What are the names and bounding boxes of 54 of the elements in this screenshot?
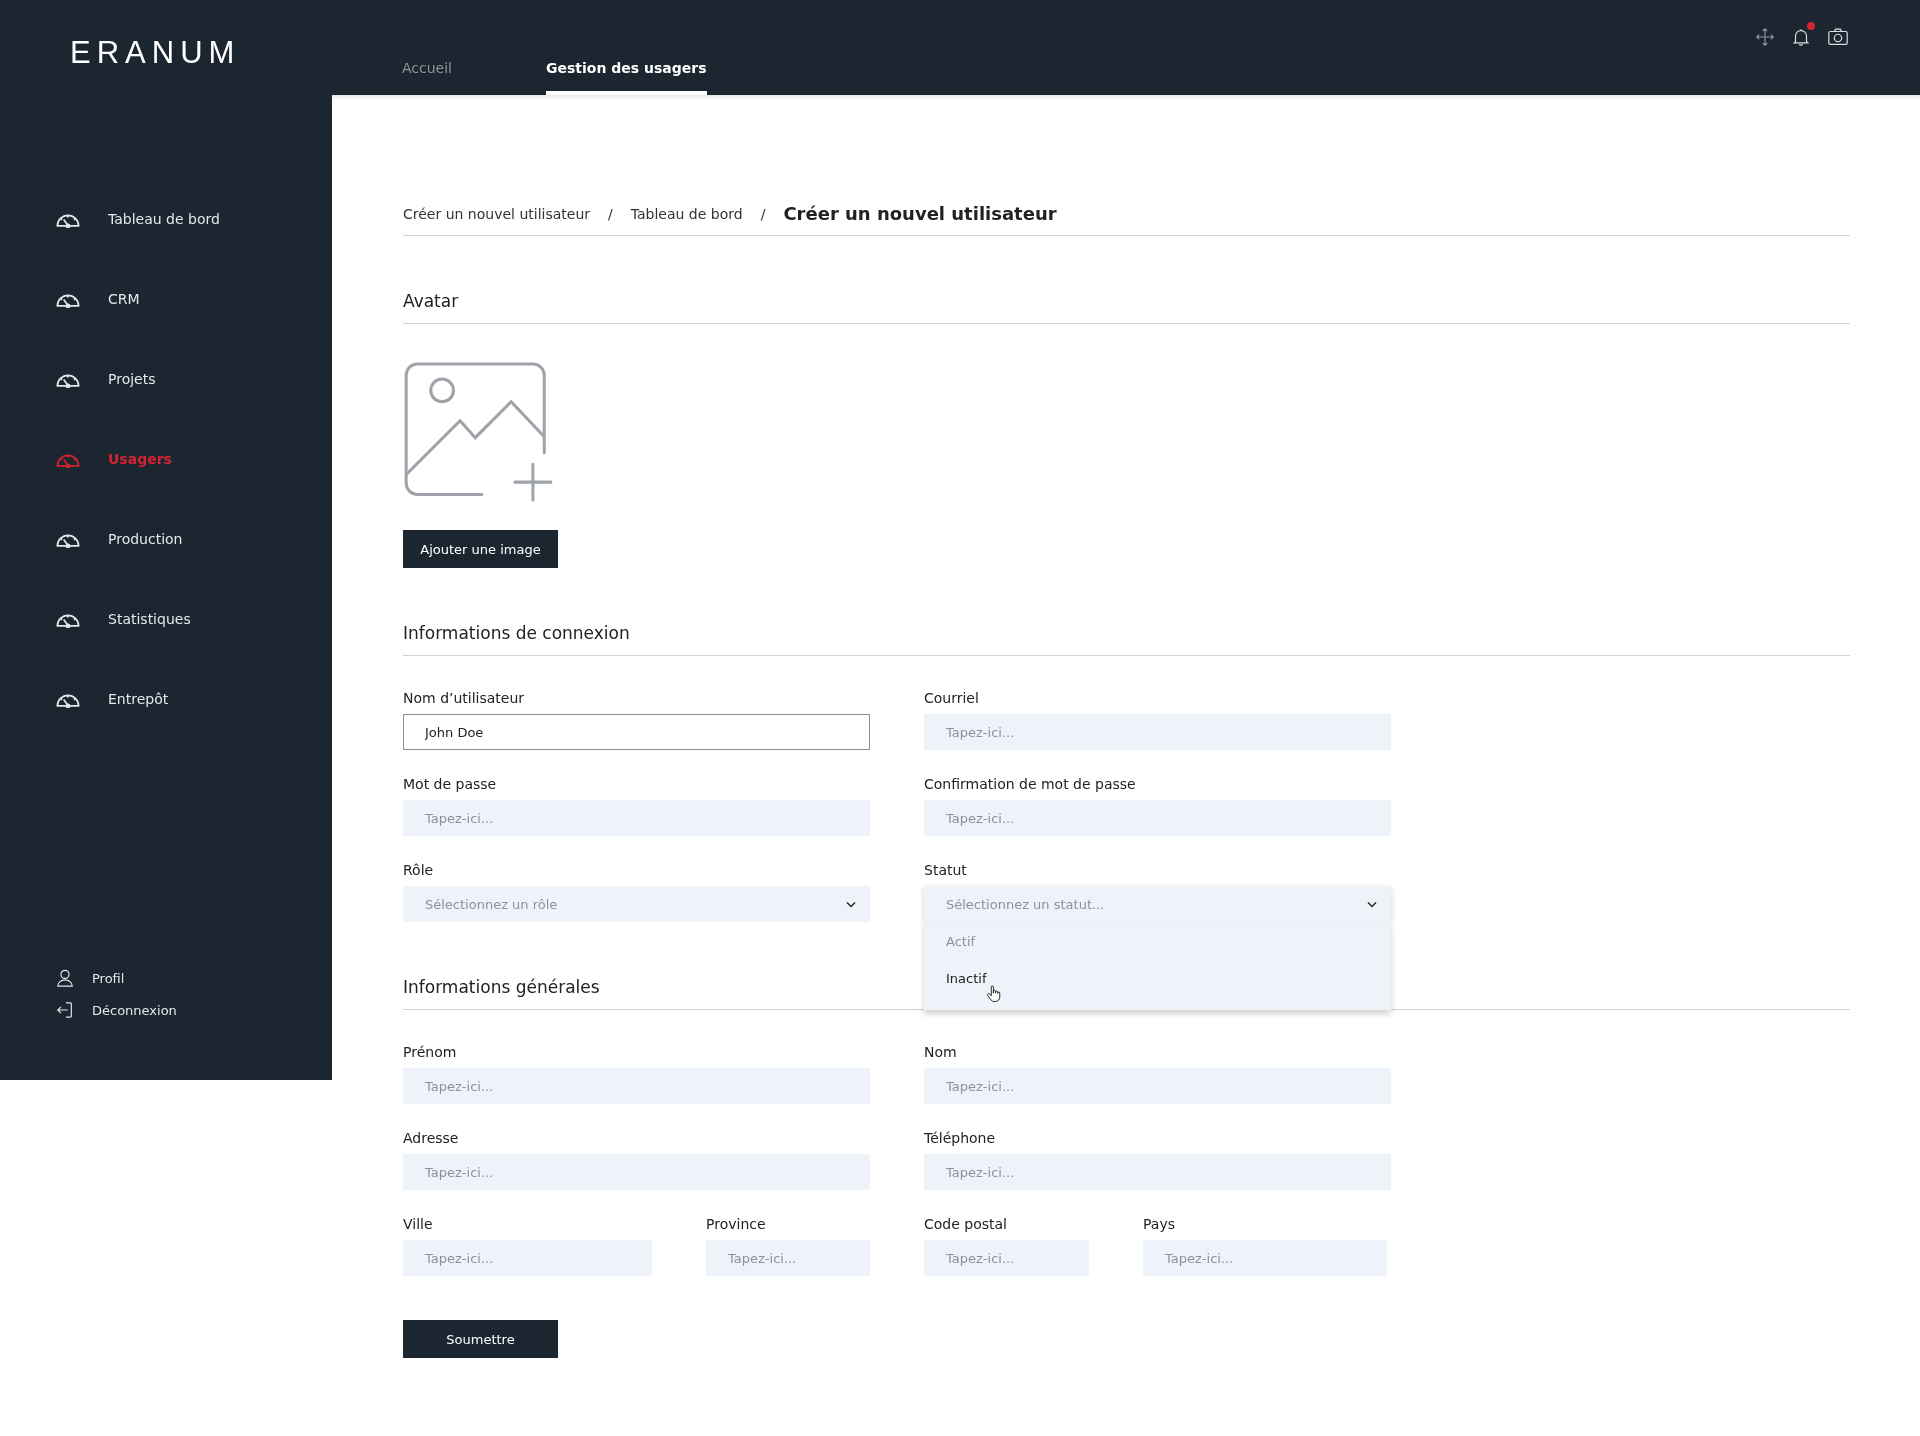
add-image-button[interactable]: Ajouter une image — [403, 530, 558, 568]
field-label: Téléphone — [924, 1130, 996, 1146]
logo: ERANUM — [70, 34, 241, 71]
sidebar-item[interactable]: Tableau de bord — [0, 179, 220, 259]
sidebar-item[interactable]: Entrepôt — [0, 659, 169, 739]
hand-cursor-icon — [986, 985, 1001, 1003]
breadcrumb-separator: / — [760, 205, 766, 222]
input-field[interactable]: Tapez-ici... — [924, 1154, 1391, 1190]
input-field[interactable]: Tapez-ici... — [403, 1068, 870, 1104]
input-field[interactable]: Tapez-ici... — [403, 1154, 870, 1190]
profile-link[interactable]: Profil — [0, 968, 125, 988]
chevron-down-icon — [1367, 900, 1377, 908]
field-label: Statut — [924, 862, 967, 878]
field-label: Rôle — [403, 862, 434, 878]
field-label: Pays — [1143, 1216, 1175, 1232]
section-heading: Avatar — [403, 291, 1850, 324]
dropdown-option[interactable]: Inactif — [924, 959, 1391, 996]
submit-button[interactable]: Soumettre — [403, 1320, 558, 1358]
input-field[interactable]: Tapez-ici... — [924, 800, 1391, 836]
nav-tab[interactable]: Accueil — [402, 60, 452, 95]
field-label: Code postal — [924, 1216, 1007, 1232]
input-field[interactable]: Tapez-ici... — [706, 1240, 870, 1276]
page-title: Créer un nouvel utilisateur — [783, 203, 1057, 224]
sidebar-item[interactable]: Production — [0, 499, 183, 579]
field-label: Nom d’utilisateur — [403, 690, 525, 706]
field-label: Courriel — [924, 690, 979, 706]
input-field[interactable]: Tapez-ici... — [403, 1240, 652, 1276]
input-field[interactable]: Tapez-ici... — [924, 1240, 1089, 1276]
field-label: Ville — [403, 1216, 433, 1232]
field-label: Prénom — [403, 1044, 457, 1060]
breadcrumb-link[interactable]: Créer un nouvel utilisateur — [403, 205, 591, 222]
image-add-icon — [403, 362, 555, 502]
sidebar-item[interactable]: CRM — [0, 259, 140, 339]
input-field[interactable]: Tapez-ici... — [1143, 1240, 1387, 1276]
input-field[interactable]: Tapez-ici... — [403, 800, 870, 836]
section-heading: Informations de connexion — [403, 623, 1850, 656]
logout-icon — [56, 1000, 74, 1020]
breadcrumb-separator: / — [608, 205, 613, 222]
input-field[interactable]: Tapez-ici... — [924, 1068, 1391, 1104]
logout-link[interactable]: Déconnexion — [0, 1000, 177, 1020]
breadcrumb-link[interactable]: Tableau de bord — [630, 205, 743, 222]
input-field[interactable]: Tapez-ici... — [924, 714, 1391, 750]
field-label: Confirmation de mot de passe — [924, 776, 1136, 792]
field-label: Province — [706, 1216, 766, 1232]
chevron-down-icon — [846, 900, 856, 908]
sidebar-item[interactable]: Statistiques — [0, 579, 191, 659]
sidebar-item[interactable]: Projets — [0, 339, 156, 419]
move-icon[interactable] — [1754, 25, 1776, 48]
input-field[interactable]: John Doe — [403, 714, 870, 750]
field-label: Nom — [924, 1044, 957, 1060]
nav-tab[interactable]: Gestion des usagers — [546, 60, 707, 95]
field-label: Adresse — [403, 1130, 459, 1146]
field-label: Mot de passe — [403, 776, 497, 792]
user-icon — [56, 968, 74, 988]
